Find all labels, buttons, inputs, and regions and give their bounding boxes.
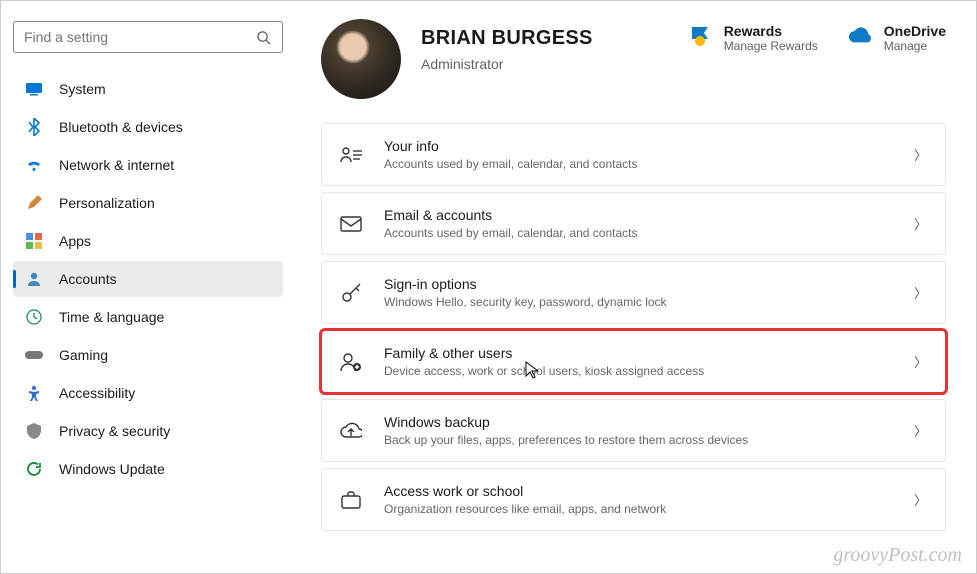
card-subtitle: Back up your files, apps, preferences to…: [384, 433, 892, 447]
onedrive-icon: [848, 23, 872, 47]
card-email-accounts[interactable]: Email & accounts Accounts used by email,…: [321, 192, 946, 255]
nav-list: System Bluetooth & devices Network & int…: [13, 71, 283, 487]
sidebar-item-windows-update[interactable]: Windows Update: [13, 451, 283, 487]
card-family-other-users[interactable]: Family & other users Device access, work…: [321, 330, 946, 393]
chevron-right-icon: 〉: [914, 145, 927, 164]
sidebar-item-apps[interactable]: Apps: [13, 223, 283, 259]
rewards-sub: Manage Rewards: [724, 39, 818, 53]
user-role: Administrator: [421, 56, 668, 72]
globe-clock-icon: [25, 308, 43, 326]
sidebar: System Bluetooth & devices Network & int…: [1, 1, 291, 573]
chevron-right-icon: 〉: [914, 490, 927, 509]
sidebar-item-accounts[interactable]: Accounts: [13, 261, 283, 297]
user-block: BRIAN BURGESS Administrator: [421, 19, 668, 72]
card-windows-backup[interactable]: Windows backup Back up your files, apps,…: [321, 399, 946, 462]
chevron-right-icon: 〉: [914, 214, 927, 233]
key-icon: [340, 282, 362, 304]
monitor-icon: [25, 80, 43, 98]
accessibility-icon: [25, 384, 43, 402]
sidebar-item-system[interactable]: System: [13, 71, 283, 107]
card-sign-in-options[interactable]: Sign-in options Windows Hello, security …: [321, 261, 946, 324]
sidebar-item-label: Time & language: [59, 309, 164, 325]
account-header: BRIAN BURGESS Administrator Rewards Mana…: [321, 19, 946, 99]
main-content: BRIAN BURGESS Administrator Rewards Mana…: [291, 1, 976, 573]
card-subtitle: Organization resources like email, apps,…: [384, 502, 892, 516]
card-subtitle: Windows Hello, security key, password, d…: [384, 295, 892, 309]
chevron-right-icon: 〉: [914, 283, 927, 302]
card-title: Family & other users: [384, 345, 892, 361]
card-subtitle: Device access, work or school users, kio…: [384, 364, 892, 378]
sidebar-item-label: Network & internet: [59, 157, 174, 173]
search-box[interactable]: [13, 21, 283, 53]
search-input[interactable]: [24, 29, 254, 45]
search-icon: [254, 28, 272, 46]
card-subtitle: Accounts used by email, calendar, and co…: [384, 157, 892, 171]
chevron-right-icon: 〉: [914, 352, 927, 371]
brush-icon: [25, 194, 43, 212]
briefcase-icon: [340, 489, 362, 511]
sidebar-item-label: Accessibility: [59, 385, 135, 401]
sidebar-item-label: Windows Update: [59, 461, 165, 477]
onedrive-title: OneDrive: [884, 23, 946, 39]
sidebar-item-time-language[interactable]: Time & language: [13, 299, 283, 335]
sidebar-item-network[interactable]: Network & internet: [13, 147, 283, 183]
card-access-work-school[interactable]: Access work or school Organization resou…: [321, 468, 946, 531]
chevron-right-icon: 〉: [914, 421, 927, 440]
card-title: Email & accounts: [384, 207, 892, 223]
card-title: Your info: [384, 138, 892, 154]
people-add-icon: [340, 351, 362, 373]
sidebar-item-personalization[interactable]: Personalization: [13, 185, 283, 221]
card-title: Access work or school: [384, 483, 892, 499]
sidebar-item-label: Bluetooth & devices: [59, 119, 183, 135]
sidebar-item-gaming[interactable]: Gaming: [13, 337, 283, 373]
card-title: Windows backup: [384, 414, 892, 430]
sidebar-item-label: Gaming: [59, 347, 108, 363]
sidebar-item-label: Personalization: [59, 195, 155, 211]
card-your-info[interactable]: Your info Accounts used by email, calend…: [321, 123, 946, 186]
update-icon: [25, 460, 43, 478]
sidebar-item-accessibility[interactable]: Accessibility: [13, 375, 283, 411]
settings-cards: Your info Accounts used by email, calend…: [321, 123, 946, 531]
shield-icon: [25, 422, 43, 440]
sidebar-item-label: System: [59, 81, 106, 97]
avatar: [321, 19, 401, 99]
person-lines-icon: [340, 144, 362, 166]
bluetooth-icon: [25, 118, 43, 136]
person-icon: [25, 270, 43, 288]
gamepad-icon: [25, 346, 43, 364]
rewards-title: Rewards: [724, 23, 818, 39]
sidebar-item-privacy[interactable]: Privacy & security: [13, 413, 283, 449]
sidebar-item-label: Apps: [59, 233, 91, 249]
onedrive-sub: Manage: [884, 39, 946, 53]
wifi-icon: [25, 156, 43, 174]
envelope-icon: [340, 213, 362, 235]
sidebar-item-bluetooth[interactable]: Bluetooth & devices: [13, 109, 283, 145]
apps-icon: [25, 232, 43, 250]
sidebar-item-label: Privacy & security: [59, 423, 170, 439]
backup-icon: [340, 420, 362, 442]
rewards-action[interactable]: Rewards Manage Rewards: [688, 23, 818, 53]
card-title: Sign-in options: [384, 276, 892, 292]
header-actions: Rewards Manage Rewards OneDrive Manage: [688, 19, 946, 53]
user-name: BRIAN BURGESS: [421, 27, 668, 50]
onedrive-action[interactable]: OneDrive Manage: [848, 23, 946, 53]
rewards-icon: [688, 23, 712, 47]
sidebar-item-label: Accounts: [59, 271, 117, 287]
card-subtitle: Accounts used by email, calendar, and co…: [384, 226, 892, 240]
